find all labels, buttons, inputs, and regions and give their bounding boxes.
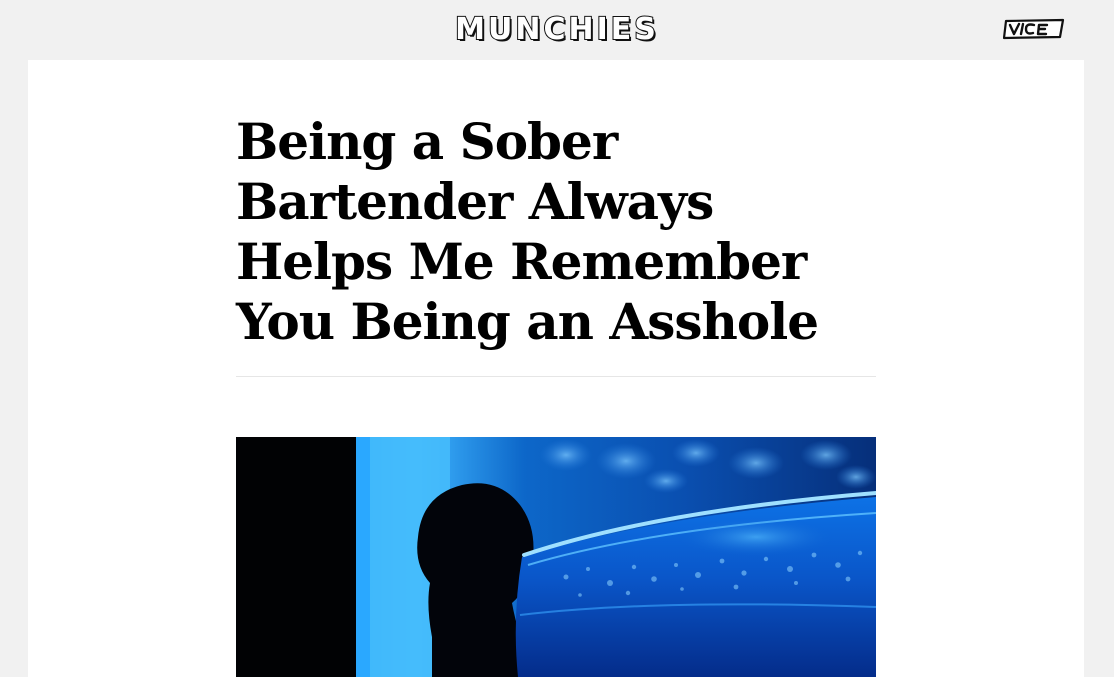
munchies-logo-link[interactable]: MUNCHIES: [0, 10, 1114, 50]
headline-divider: [236, 376, 876, 377]
article-headline: Being a Sober Bartender Always Helps Me …: [236, 112, 819, 351]
site-header: MUNCHIES: [0, 0, 1114, 60]
article-card: Being a Sober Bartender Always Helps Me …: [28, 60, 1084, 677]
hero-image[interactable]: [236, 437, 876, 677]
cocktail-glass-photo: [236, 437, 876, 677]
vice-logo-icon[interactable]: [1003, 17, 1065, 41]
